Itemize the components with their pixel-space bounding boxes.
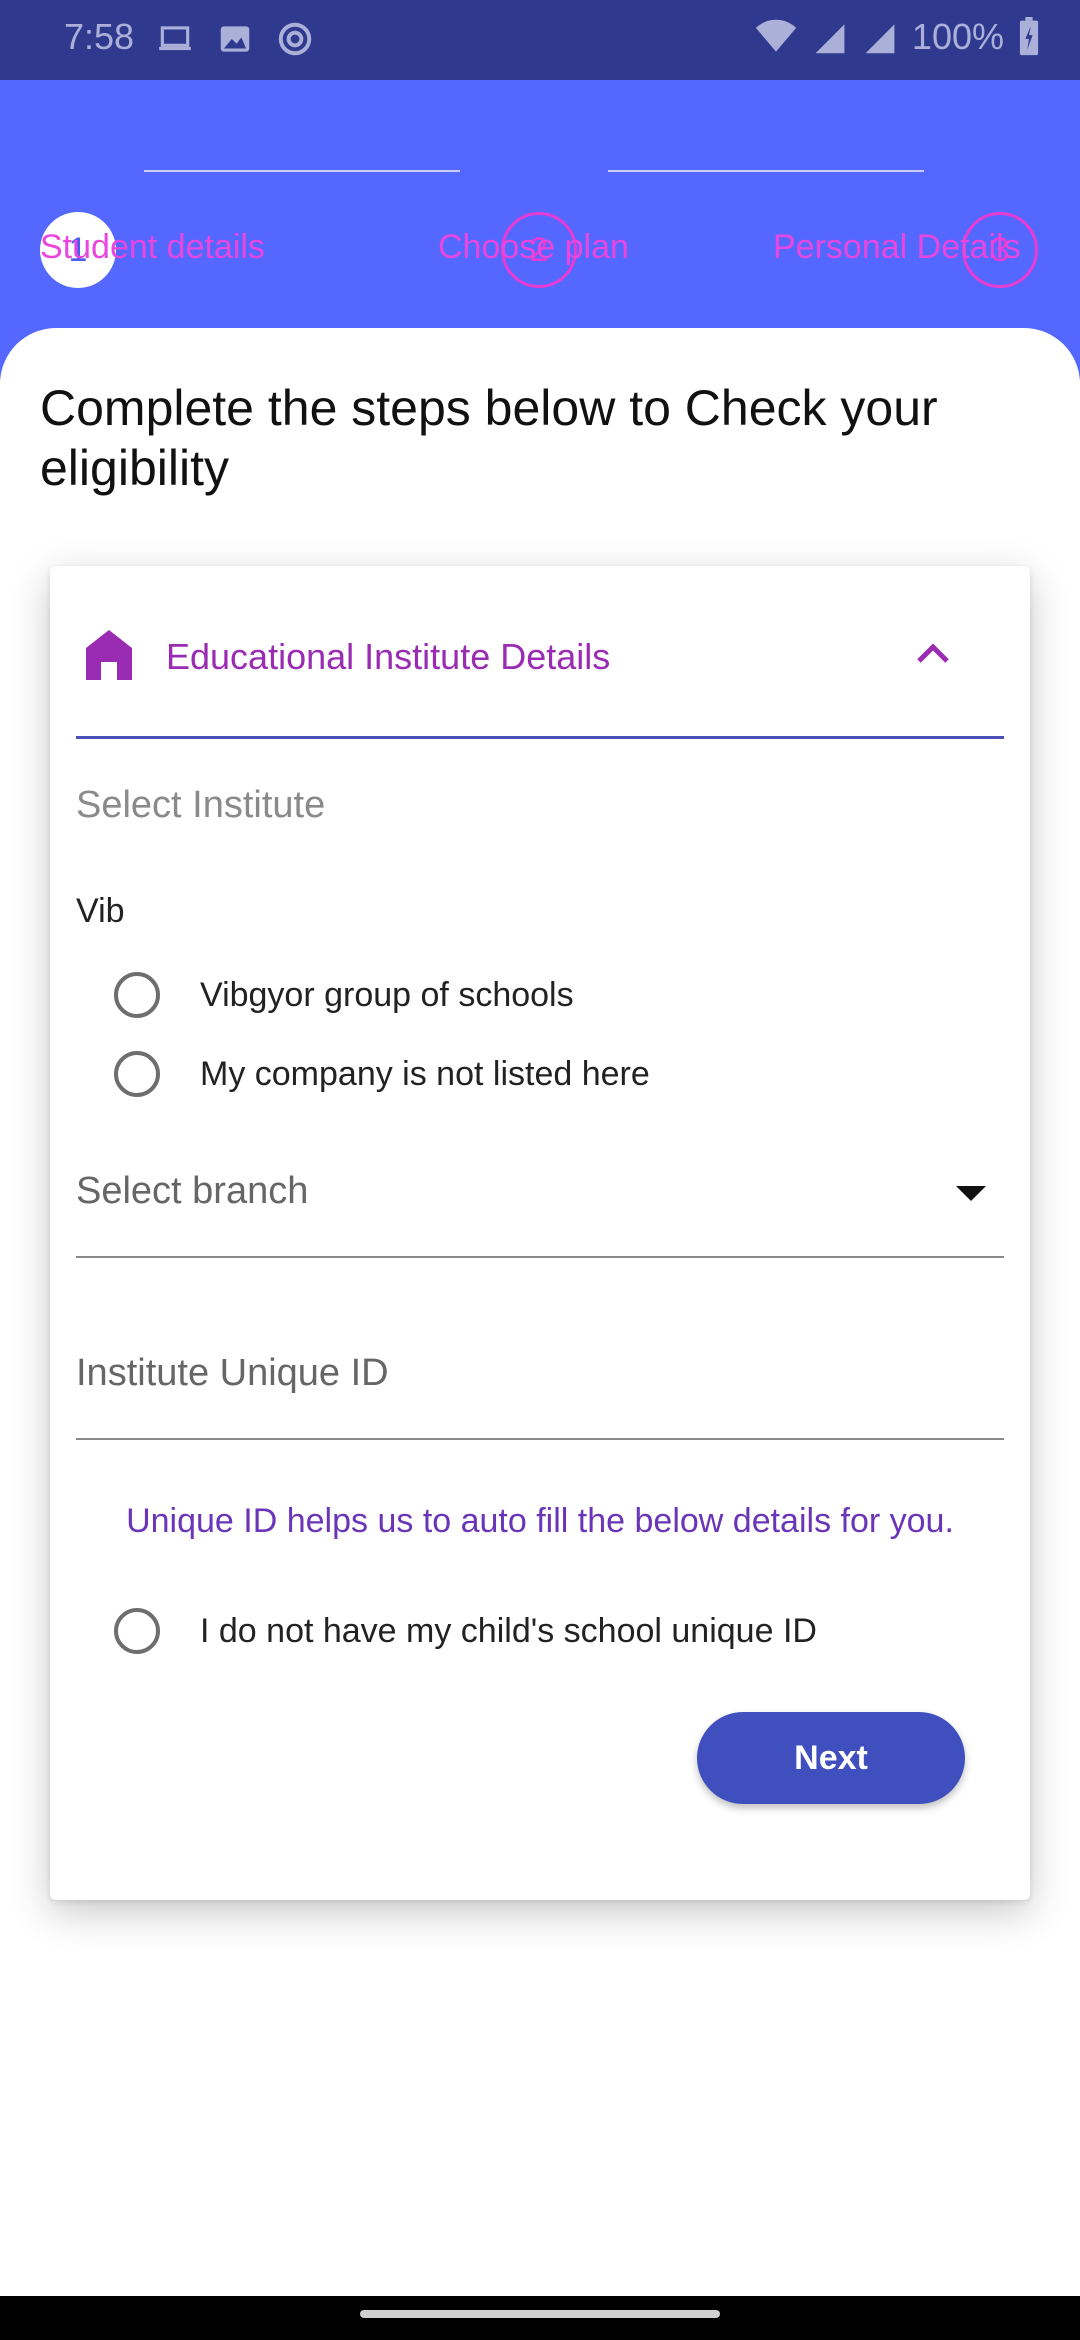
battery-percent: 100% [911,16,1004,57]
step-connector [144,170,460,172]
select-institute-label[interactable]: Select Institute [76,784,325,827]
image-icon [220,26,250,52]
battery-icon [1019,17,1039,56]
no-unique-id-option[interactable]: I do not have my child's school unique I… [114,1608,817,1654]
signal-icon [815,24,845,54]
radio-button[interactable] [114,1608,160,1654]
navigation-bar [0,2296,1080,2340]
institute-option-vibgyor[interactable]: Vibgyor group of schools [114,972,574,1018]
institute-unique-id-placeholder: Institute Unique ID [76,1352,389,1394]
select-branch-dropdown[interactable]: Select branch [76,1154,1004,1258]
radio-label: My company is not listed here [200,1054,650,1093]
sync-icon [278,22,312,56]
institute-details-card: Educational Institute Details Select Ins… [50,566,1030,1900]
home-gesture-handle[interactable] [360,2310,720,2318]
wifi-icon [755,19,797,52]
step-1-label: Student details [40,228,265,266]
step-connector [608,170,924,172]
radio-label: I do not have my child's school unique I… [200,1611,817,1650]
accordion-header[interactable]: Educational Institute Details [50,566,1030,740]
card-title: Educational Institute Details [166,636,611,677]
accordion-divider [76,736,1004,739]
page-title: Complete the steps below to Check your e… [40,380,938,496]
institute-option-not-listed[interactable]: My company is not listed here [114,1051,650,1097]
status-icons-left [156,20,314,58]
institute-search-text[interactable]: Vib [76,892,125,931]
select-branch-label: Select branch [76,1170,309,1212]
dropdown-arrow-icon [956,1186,986,1201]
radio-button[interactable] [114,1051,160,1097]
signal-icon [865,24,895,54]
next-button[interactable]: Next [697,1712,965,1804]
dropdown-underline [76,1256,1004,1258]
radio-label: Vibgyor group of schools [200,975,574,1014]
chevron-up-icon[interactable] [916,640,950,664]
radio-button[interactable] [114,972,160,1018]
home-icon [86,630,132,680]
laptop-icon [159,26,191,51]
institute-unique-id-field[interactable]: Institute Unique ID [76,1336,1004,1440]
unique-id-helper-text: Unique ID helps us to auto fill the belo… [126,1502,954,1540]
field-underline [76,1438,1004,1440]
status-icons-right: 100% [754,16,1040,58]
step-2-label: Choose plan [438,228,629,266]
step-3-label: Personal Details [773,228,1021,266]
status-time: 7:58 [64,16,135,57]
status-bar: 7:58 100% [0,0,1080,80]
